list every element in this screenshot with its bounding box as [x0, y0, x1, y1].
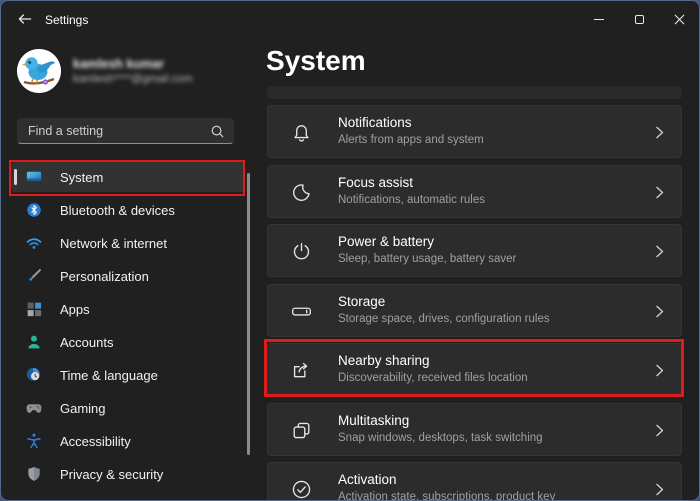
chevron-right-icon — [652, 124, 667, 141]
sidebar-item-apps[interactable]: Apps — [11, 294, 244, 324]
system-monitor-icon — [25, 168, 43, 186]
settings-rows: Notifications Alerts from apps and syste… — [267, 105, 682, 501]
scrollbar[interactable] — [247, 173, 250, 455]
sidebar-item-label: Apps — [60, 302, 90, 317]
selected-accent-pill — [14, 169, 17, 185]
sidebar-item-label: Gaming — [60, 401, 106, 416]
sidebar-item-privacy-security[interactable]: Privacy & security — [11, 459, 244, 489]
sidebar-item-bluetooth-devices[interactable]: Bluetooth & devices — [11, 195, 244, 225]
sidebar-item-label: Personalization — [60, 269, 149, 284]
maximize-button[interactable] — [619, 1, 659, 37]
activation-check-icon — [290, 478, 313, 501]
row-activation[interactable]: Activation Activation state, subscriptio… — [267, 462, 682, 501]
maximize-icon — [635, 15, 644, 24]
sidebar-item-gaming[interactable]: Gaming — [11, 393, 244, 423]
brush-icon — [25, 267, 43, 285]
sidebar-item-personalization[interactable]: Personalization — [11, 261, 244, 291]
sidebar-item-label: Accounts — [60, 335, 113, 350]
row-power-battery[interactable]: Power & battery Sleep, battery usage, ba… — [267, 224, 682, 277]
sidebar-item-label: Privacy & security — [60, 467, 163, 482]
row-multitasking[interactable]: Multitasking Snap windows, desktops, tas… — [267, 403, 682, 456]
search-input[interactable] — [18, 119, 233, 143]
search-box — [17, 118, 234, 144]
profile-name: kamlesh kumar — [73, 57, 164, 71]
power-icon — [290, 240, 313, 263]
row-title: Storage — [338, 294, 385, 309]
window-title: Settings — [45, 13, 88, 27]
row-title: Activation — [338, 472, 397, 487]
accessibility-person-icon — [25, 432, 43, 450]
search-icon — [210, 124, 225, 139]
row-notifications[interactable]: Notifications Alerts from apps and syste… — [267, 105, 682, 158]
minimize-icon — [594, 19, 604, 20]
sidebar-nav: System Bluetooth & devices Network & int… — [11, 162, 244, 492]
row-subtitle: Activation state, subscriptions, product… — [338, 491, 555, 501]
back-button[interactable] — [13, 9, 37, 29]
minimize-button[interactable] — [579, 1, 619, 37]
sidebar-item-label: Bluetooth & devices — [60, 203, 175, 218]
row-title: Multitasking — [338, 413, 409, 428]
sidebar-item-network-internet[interactable]: Network & internet — [11, 228, 244, 258]
row-title: Power & battery — [338, 234, 434, 249]
chevron-right-icon — [652, 362, 667, 379]
back-arrow-icon — [17, 12, 33, 26]
row-nearby-sharing[interactable]: Nearby sharing Discoverability, received… — [267, 343, 682, 396]
sidebar-item-accounts[interactable]: Accounts — [11, 327, 244, 357]
bell-icon — [290, 121, 313, 144]
row-subtitle: Snap windows, desktops, task switching — [338, 432, 543, 444]
close-icon — [674, 14, 685, 25]
row-title: Notifications — [338, 115, 412, 130]
row-title: Focus assist — [338, 175, 413, 190]
moon-icon — [290, 181, 313, 204]
bird-avatar-image — [17, 49, 61, 93]
shield-icon — [25, 465, 43, 483]
apps-grid-icon — [25, 300, 43, 318]
partial-card-above[interactable] — [267, 86, 682, 99]
profile-email: kamlesh****@gmail.com — [73, 73, 192, 85]
gamepad-icon — [25, 399, 43, 417]
row-subtitle: Notifications, automatic rules — [338, 194, 485, 206]
row-subtitle: Storage space, drives, configuration rul… — [338, 313, 550, 325]
page-title: System — [266, 45, 366, 77]
sidebar-item-time-language[interactable]: Time & language — [11, 360, 244, 390]
titlebar: Settings — [1, 1, 699, 37]
sidebar-item-label: Accessibility — [60, 434, 131, 449]
chevron-right-icon — [652, 184, 667, 201]
sidebar-item-system[interactable]: System — [11, 162, 244, 192]
chevron-right-icon — [652, 422, 667, 439]
row-focus-assist[interactable]: Focus assist Notifications, automatic ru… — [267, 165, 682, 218]
bluetooth-icon — [25, 201, 43, 219]
person-icon — [25, 333, 43, 351]
row-subtitle: Discoverability, received files location — [338, 372, 528, 384]
multitask-windows-icon — [290, 419, 313, 442]
row-subtitle: Alerts from apps and system — [338, 134, 484, 146]
storage-drive-icon — [290, 300, 313, 323]
sidebar-item-label: System — [60, 170, 103, 185]
close-button[interactable] — [659, 1, 699, 37]
settings-window: Settings kamlesh kumar kamlesh****@gmail… — [0, 0, 700, 501]
row-title: Nearby sharing — [338, 353, 430, 368]
chevron-right-icon — [652, 481, 667, 498]
chevron-right-icon — [652, 303, 667, 320]
sidebar-item-accessibility[interactable]: Accessibility — [11, 426, 244, 456]
wifi-icon — [25, 234, 43, 252]
row-subtitle: Sleep, battery usage, battery saver — [338, 253, 516, 265]
avatar — [17, 49, 61, 93]
chevron-right-icon — [652, 243, 667, 260]
sidebar-item-label: Time & language — [60, 368, 158, 383]
sidebar-item-label: Network & internet — [60, 236, 167, 251]
clock-icon — [25, 366, 43, 384]
row-storage[interactable]: Storage Storage space, drives, configura… — [267, 284, 682, 337]
share-icon — [290, 359, 313, 382]
